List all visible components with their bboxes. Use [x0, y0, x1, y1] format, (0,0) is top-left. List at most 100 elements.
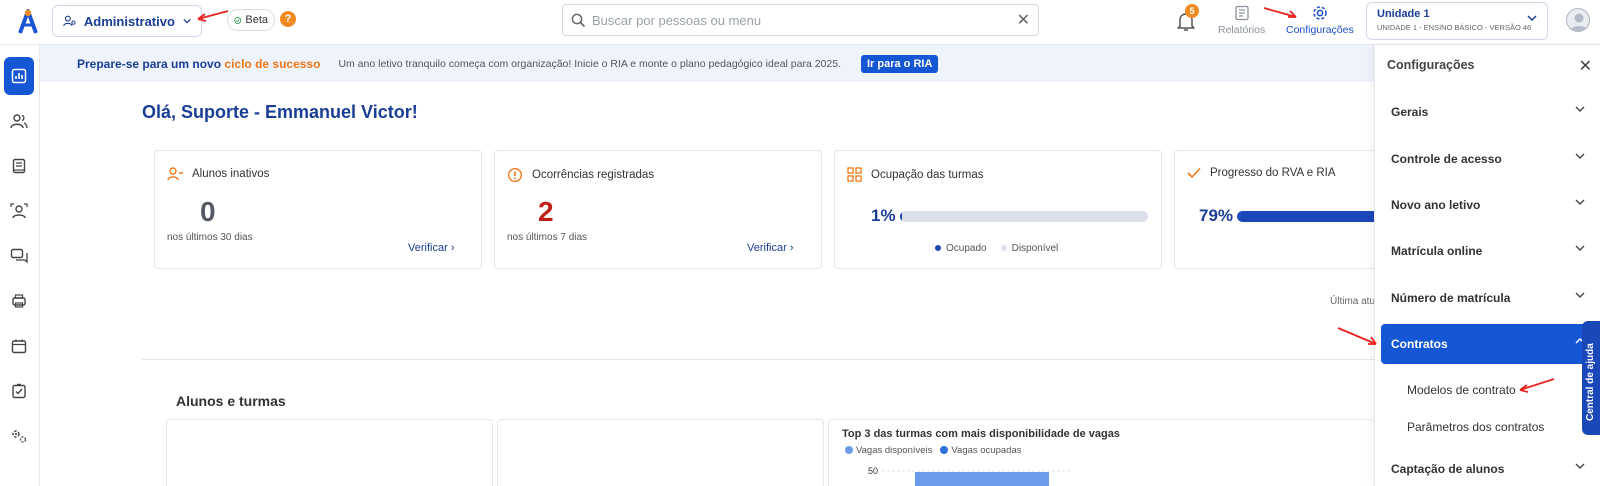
unit-detail: UNIDADE 1 - ENSINO BÁSICO - VERSÃO 46: [1377, 23, 1532, 32]
sidebar-item-people[interactable]: [4, 102, 34, 140]
chevron-down-icon: [1575, 153, 1585, 159]
legend-vagas-ocupadas: Vagas ocupadas: [940, 445, 1021, 456]
reports-button[interactable]: Relatórios: [1218, 5, 1265, 36]
card-subtitle: nos últimos 30 dias: [167, 232, 253, 243]
chevron-down-icon: [1575, 463, 1585, 469]
legend-available: Disponível: [1000, 243, 1058, 254]
chevron-down-icon: [1575, 245, 1585, 251]
annotation-arrow: [197, 10, 229, 22]
banner-text: Um ano letivo tranquilo começa com organ…: [338, 57, 841, 70]
app-logo-icon[interactable]: [16, 7, 40, 35]
banner-title-prefix: Prepare-se para um novo: [77, 56, 225, 71]
settings-item-numero-matricula[interactable]: Número de matrícula: [1381, 278, 1591, 318]
sidebar-item-tasks[interactable]: [4, 372, 34, 410]
availability-bar-chart: 50: [868, 466, 1072, 486]
settings-item-controle-acesso[interactable]: Controle de acesso: [1381, 139, 1591, 179]
settings-item-novo-ano-letivo[interactable]: Novo ano letivo: [1381, 185, 1591, 225]
settings-label: Configurações: [1286, 24, 1354, 36]
card-header: Progresso do RVA e RIA: [1187, 167, 1336, 179]
beta-badge[interactable]: Beta: [227, 9, 275, 31]
card-title: Alunos inativos: [192, 168, 270, 180]
occurrences-count: 2: [538, 196, 554, 227]
chevron-right-icon: ›: [789, 242, 794, 254]
occupancy-bar-row: 1%: [871, 206, 1148, 226]
task-icon: [12, 383, 26, 399]
sidebar-item-chat[interactable]: [4, 237, 34, 275]
help-icon[interactable]: ?: [280, 11, 296, 27]
legend-occupied: Ocupado: [935, 243, 987, 254]
settings-item-contratos[interactable]: Contratos: [1381, 324, 1591, 364]
bar-vagas-disponiveis[interactable]: [915, 472, 1049, 486]
help-center-tab[interactable]: Central de ajuda: [1582, 321, 1600, 435]
verify-link[interactable]: Verificar ›: [747, 242, 793, 254]
sidebar-item-student[interactable]: [4, 192, 34, 230]
search-placeholder: Buscar por pessoas ou menu: [592, 12, 762, 28]
section-divider: [142, 359, 1374, 360]
chart-panel: [497, 419, 824, 486]
beta-label: Beta: [245, 14, 268, 26]
user-avatar-icon: [1570, 13, 1588, 31]
card-subtitle: nos últimos 7 dias: [507, 232, 588, 243]
alert-circle-icon: [507, 167, 523, 183]
sidebar-item-dashboard[interactable]: [4, 57, 34, 95]
page-title: Olá, Suporte - Emmanuel Victor!: [142, 102, 418, 122]
annotation-arrow: [1263, 7, 1297, 18]
sidebar-item-calendar[interactable]: [4, 327, 34, 365]
verify-label: Verificar: [408, 242, 448, 254]
progress-bar-row: 79%: [1199, 206, 1398, 226]
banner-title: Prepare-se para um novo ciclo de sucesso: [77, 57, 320, 71]
settings-item-label: Novo ano letivo: [1391, 198, 1481, 212]
avatar[interactable]: [1566, 8, 1590, 32]
inactive-students-card: Alunos inativos 0 nos últimos 30 dias Ve…: [154, 150, 482, 269]
notification-count-badge: 5: [1185, 4, 1199, 18]
settings-panel-title: Configurações: [1387, 58, 1475, 72]
top-bar: Administrativo Beta ? Buscar por pessoas…: [0, 0, 1600, 45]
card-title: Progresso do RVA e RIA: [1210, 167, 1336, 179]
y-tick-label: 50: [868, 466, 878, 476]
chevron-down-icon: [1575, 292, 1585, 298]
people-icon: [10, 114, 28, 129]
module-selector[interactable]: Administrativo: [52, 5, 202, 37]
card-header: Ocorrências registradas: [507, 167, 654, 183]
printer-icon: [12, 294, 26, 308]
legend-label: Vagas disponíveis: [856, 445, 933, 456]
check-circle-icon: [234, 16, 242, 24]
legend-label: Vagas ocupadas: [951, 445, 1022, 456]
verify-label: Verificar: [747, 242, 787, 254]
chevron-down-icon: [1575, 199, 1585, 205]
check-icon: [1187, 167, 1201, 179]
settings-item-matricula-online[interactable]: Matrícula online: [1381, 231, 1591, 271]
verify-link[interactable]: Verificar ›: [408, 242, 454, 254]
settings-subitem-modelos-contrato[interactable]: Modelos de contrato: [1407, 383, 1516, 397]
go-to-ria-button[interactable]: Ir para o RIA: [861, 54, 939, 73]
inactive-count: 0: [200, 196, 216, 227]
announcement-banner: Prepare-se para um novo ciclo de sucesso…: [40, 45, 1374, 82]
last-update-label: Última atu: [1330, 296, 1376, 307]
close-icon[interactable]: ✕: [1017, 10, 1030, 30]
settings-item-captacao-alunos[interactable]: Captação de alunos: [1381, 449, 1591, 486]
search-input[interactable]: Buscar por pessoas ou menu ✕: [562, 4, 1039, 36]
sidebar-item-printer[interactable]: [4, 282, 34, 320]
settings-subitem-parametros-contratos[interactable]: Parâmetros dos contratos: [1407, 420, 1544, 434]
chart-legend: Vagas disponíveis Vagas ocupadas: [845, 445, 1021, 456]
report-icon: [1234, 5, 1249, 21]
card-header: Ocupação das turmas: [847, 167, 984, 182]
student-icon: [10, 203, 28, 219]
occupancy-percent: 1%: [871, 206, 896, 225]
sidebar-item-settings[interactable]: [4, 417, 34, 455]
book-icon: [12, 158, 26, 174]
legend-occupied-label: Ocupado: [946, 243, 987, 254]
occupancy-progress-bar: [899, 210, 1148, 222]
close-icon[interactable]: ✕: [1579, 56, 1592, 76]
rva-ria-progress-card: Progresso do RVA e RIA 79%: [1174, 150, 1398, 269]
sidebar-item-book[interactable]: [4, 147, 34, 185]
settings-panel: Configurações ✕ Gerais Controle de acess…: [1374, 45, 1600, 486]
dashboard-icon: [11, 68, 27, 84]
chevron-down-icon: [183, 18, 191, 24]
calendar-icon: [11, 339, 27, 354]
unit-selector[interactable]: Unidade 1 UNIDADE 1 - ENSINO BÁSICO - VE…: [1366, 2, 1548, 40]
sidebar: [0, 45, 40, 486]
chevron-down-icon: [1575, 106, 1585, 112]
settings-item-gerais[interactable]: Gerais: [1381, 92, 1591, 132]
occurrences-card: Ocorrências registradas 2 nos últimos 7 …: [494, 150, 822, 269]
